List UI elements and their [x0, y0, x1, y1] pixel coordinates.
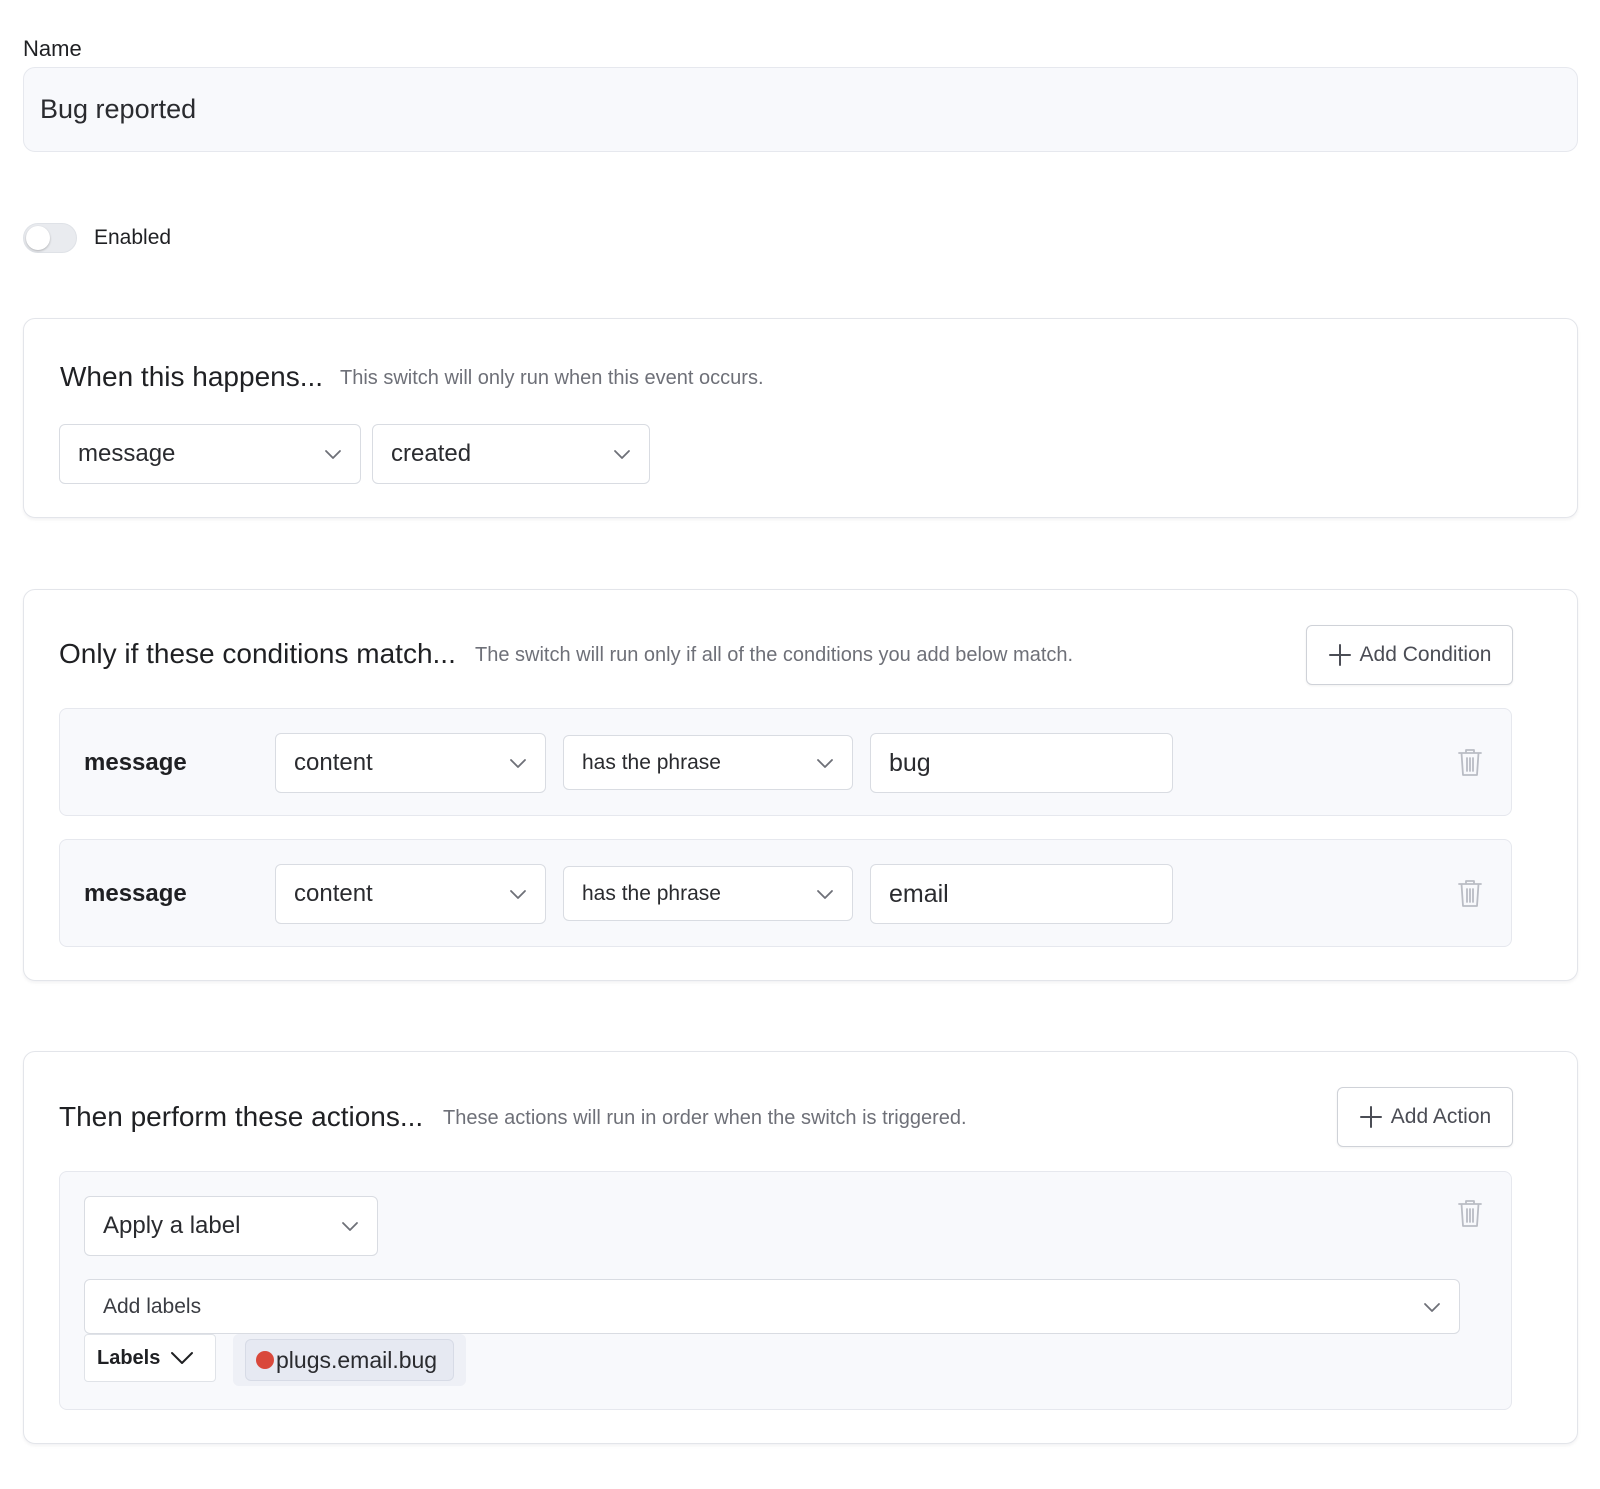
chevron-down-icon [614, 450, 630, 459]
trigger-object-value: message [78, 440, 176, 467]
conditions-title: Only if these conditions match... [59, 638, 456, 669]
add-labels-select[interactable]: Add labels [84, 1279, 1460, 1334]
trash-icon[interactable] [1456, 746, 1484, 778]
enabled-label: Enabled [94, 226, 172, 249]
chevron-down-icon [342, 1222, 358, 1231]
trash-icon[interactable] [1456, 1197, 1484, 1229]
condition-value-input[interactable]: bug [870, 733, 1173, 793]
label-color-dot [256, 1351, 274, 1369]
add-condition-button[interactable]: Add Condition [1306, 625, 1513, 685]
label-chip-text: plugs.email.bug [276, 1346, 438, 1373]
chevron-down-icon [171, 1352, 194, 1364]
name-input[interactable]: Bug reported [23, 67, 1578, 152]
enabled-toggle[interactable] [23, 223, 77, 253]
chevron-down-icon [817, 758, 833, 768]
trigger-card: When this happens... This switch will on… [23, 318, 1578, 518]
add-condition-label: Add Condition [1359, 643, 1492, 666]
labels-dropdown-button[interactable]: Labels [84, 1334, 216, 1382]
action-type-value: Apply a label [103, 1212, 241, 1239]
action-type-select[interactable]: Apply a label [84, 1196, 378, 1256]
condition-subject: message [84, 880, 187, 907]
condition-field-select[interactable]: content [275, 733, 546, 793]
trigger-object-select[interactable]: message [59, 424, 361, 484]
chevron-down-icon [325, 450, 341, 459]
condition-field-value: content [294, 749, 373, 776]
actions-description: These actions will run in order when the… [443, 1107, 967, 1129]
plus-icon [1328, 644, 1351, 666]
condition-row: message content has the phrase bug [59, 708, 1512, 816]
action-item: Apply a label Add labels Labels plugs.em… [59, 1171, 1512, 1410]
add-labels-placeholder: Add labels [103, 1294, 202, 1318]
condition-operator-value: has the phrase [582, 881, 721, 905]
label-chip[interactable]: plugs.email.bug [245, 1339, 454, 1381]
add-action-button[interactable]: Add Action [1337, 1087, 1513, 1147]
trash-icon[interactable] [1456, 877, 1484, 909]
name-label: Name [23, 36, 82, 61]
condition-value-input[interactable]: email [870, 864, 1173, 924]
conditions-card: Only if these conditions match... The sw… [23, 589, 1578, 981]
trigger-event-select[interactable]: created [372, 424, 650, 484]
labels-button-label: Labels [97, 1346, 161, 1369]
trigger-title: When this happens... [60, 361, 324, 392]
chevron-down-icon [817, 889, 833, 899]
chevron-down-icon [1424, 1302, 1440, 1312]
condition-field-value: content [294, 880, 373, 907]
actions-title: Then perform these actions... [59, 1101, 424, 1132]
condition-field-select[interactable]: content [275, 864, 546, 924]
plus-icon [1359, 1106, 1382, 1128]
toggle-knob [26, 226, 50, 250]
condition-operator-select[interactable]: has the phrase [563, 735, 853, 790]
condition-operator-value: has the phrase [582, 750, 721, 774]
selected-labels-area: plugs.email.bug [233, 1334, 466, 1386]
trigger-description: This switch will only run when this even… [340, 367, 764, 389]
condition-operator-select[interactable]: has the phrase [563, 866, 853, 921]
trigger-event-value: created [391, 440, 472, 467]
actions-card: Then perform these actions... These acti… [23, 1051, 1578, 1444]
condition-row: message content has the phrase email [59, 839, 1512, 947]
chevron-down-icon [510, 759, 526, 768]
add-action-label: Add Action [1390, 1105, 1492, 1128]
conditions-description: The switch will run only if all of the c… [475, 644, 1074, 666]
condition-subject: message [84, 749, 187, 776]
chevron-down-icon [510, 890, 526, 899]
